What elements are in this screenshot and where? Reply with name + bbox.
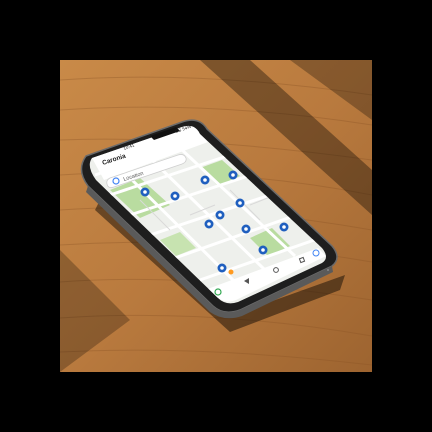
map-pin[interactable] (215, 210, 225, 220)
location-fab-icon[interactable] (312, 249, 320, 257)
map-pin[interactable] (170, 191, 180, 201)
map-pin[interactable] (140, 187, 150, 197)
map-pin[interactable] (279, 222, 289, 232)
map-pin[interactable] (235, 198, 245, 208)
phone-camera-lens (327, 269, 329, 271)
photo-scene: Caronia Location 10:41 5G 54% (0, 0, 432, 432)
map-pin[interactable] (204, 219, 214, 229)
map-pin[interactable] (241, 224, 251, 234)
map-pin[interactable] (217, 263, 227, 273)
map-pin[interactable] (258, 245, 268, 255)
current-location-marker (228, 269, 234, 275)
map-pin[interactable] (228, 170, 238, 180)
map-pin[interactable] (200, 175, 210, 185)
